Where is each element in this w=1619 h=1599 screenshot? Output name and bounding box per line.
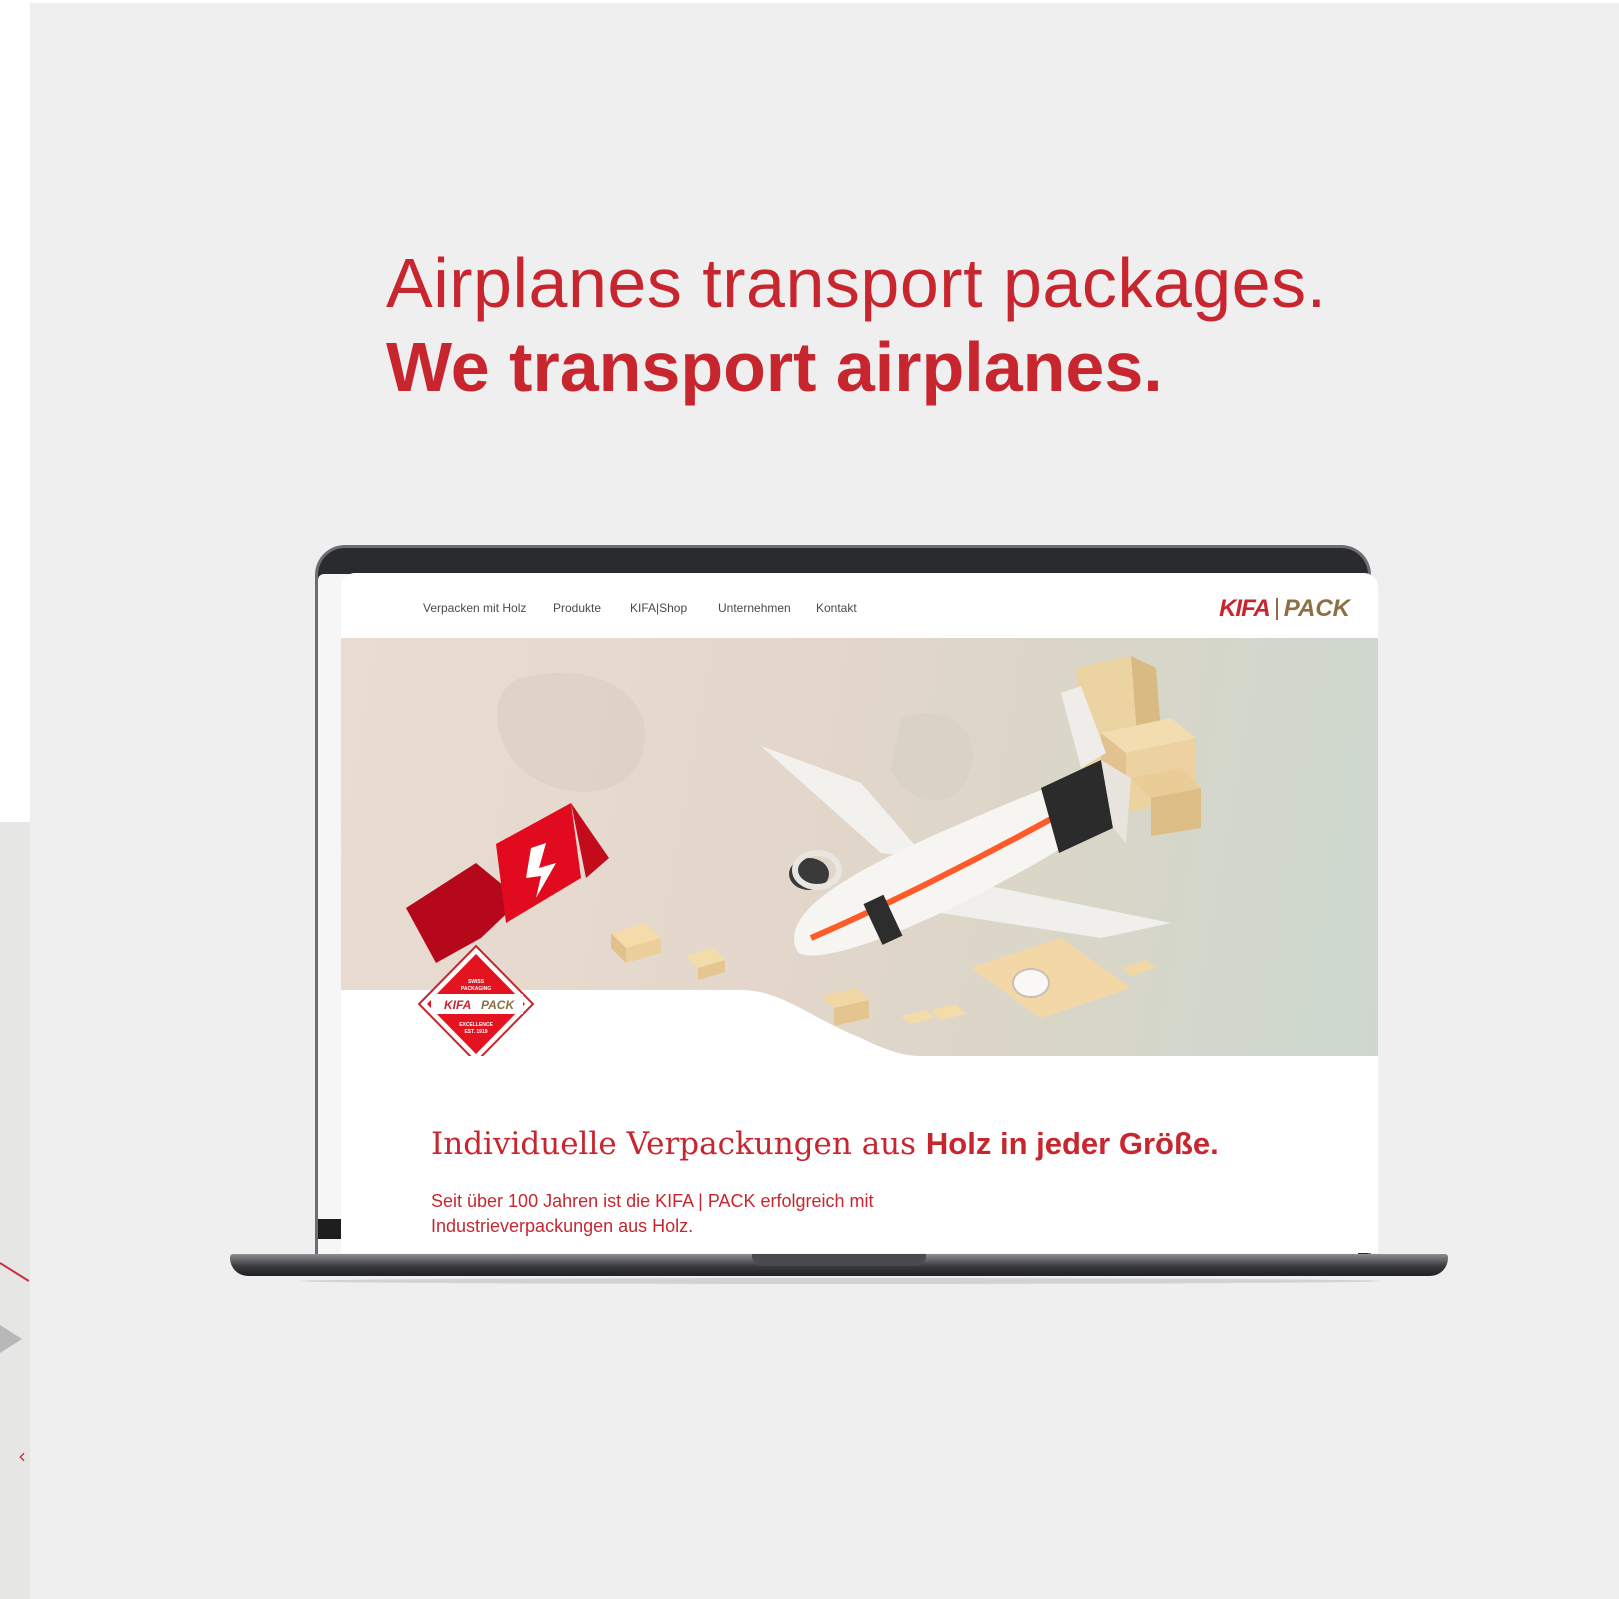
website-screen: Verpacken mit Holz Produkte KIFA|Shop Un… <box>341 573 1378 1253</box>
left-edge-panel <box>0 822 30 1599</box>
nav-item-unternehmen[interactable]: Unternehmen <box>718 601 791 615</box>
headline-line-1: Airplanes transport packages. <box>386 244 1327 322</box>
tagline-regular: Individuelle Verpackungen aus <box>431 1126 926 1162</box>
tagline: Individuelle Verpackungen aus Holz in je… <box>431 1123 1219 1163</box>
laptop-shadow <box>300 1278 1380 1284</box>
svg-text:SWISS: SWISS <box>468 979 485 985</box>
nav-item-kontakt[interactable]: Kontakt <box>816 601 857 615</box>
brand-logo[interactable]: KIFA PACK <box>1219 595 1350 623</box>
laptop-base <box>230 1254 1448 1276</box>
svg-text:PACKAGING: PACKAGING <box>461 986 491 992</box>
brand-logo-kifa: KIFA <box>1219 595 1271 622</box>
headline: Airplanes transport packages. We transpo… <box>386 241 1327 409</box>
laptop-notch <box>752 1254 926 1266</box>
svg-text:PACK: PACK <box>481 998 515 1012</box>
left-edge-chevron-icon: ‹ <box>18 1444 26 1468</box>
headline-line-2: We transport airplanes. <box>386 328 1163 406</box>
svg-text:EXCELLENCE: EXCELLENCE <box>459 1022 493 1028</box>
nav-item-verpacken[interactable]: Verpacken mit Holz <box>423 601 526 615</box>
brand-logo-pack: PACK <box>1283 595 1350 622</box>
left-edge-arrow-icon <box>0 1325 22 1353</box>
nav-item-produkte[interactable]: Produkte <box>553 601 601 615</box>
website-nav: Verpacken mit Holz Produkte KIFA|Shop Un… <box>341 573 1378 638</box>
hero-image: KIFA PACK SWISS PACKAGING EXCELLENCE EST… <box>341 638 1378 1056</box>
tagline-bold: Holz in jeder Größe. <box>925 1126 1219 1161</box>
left-edge-strip: ‹ <box>0 0 30 1599</box>
svg-text:EST. 1919: EST. 1919 <box>464 1029 487 1035</box>
kifa-k-sign-icon <box>406 803 609 963</box>
hero-illustration: KIFA PACK SWISS PACKAGING EXCELLENCE EST… <box>341 656 1201 1056</box>
background-page-bar <box>318 1219 343 1239</box>
nav-item-shop[interactable]: KIFA|Shop <box>630 601 687 615</box>
intro-paragraph: Seit über 100 Jahren ist die KIFA | PACK… <box>431 1191 874 1236</box>
svg-text:KIFA: KIFA <box>444 998 471 1012</box>
brand-logo-divider <box>1275 598 1278 620</box>
